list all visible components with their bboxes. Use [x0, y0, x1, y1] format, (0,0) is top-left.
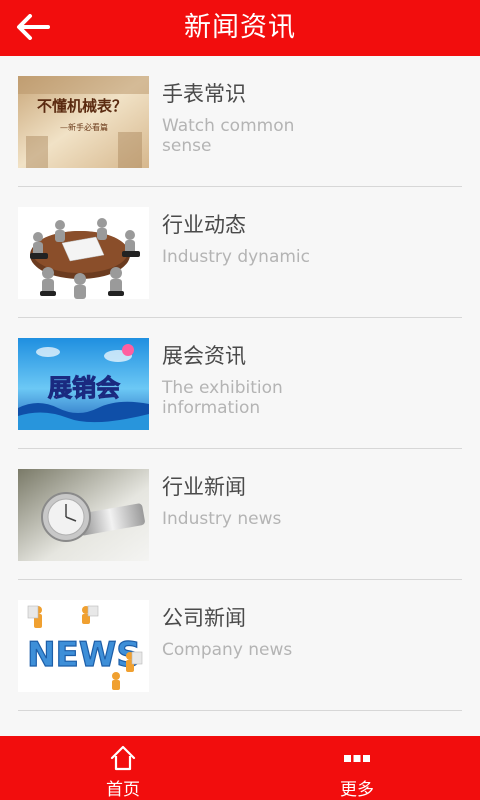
- item-title: 行业动态: [162, 213, 246, 237]
- company-news-thumbnail: NEWS: [18, 600, 149, 692]
- list-item-exhibition-information[interactable]: 展销会 展会资讯 The exhibition information: [0, 318, 480, 449]
- industry-news-thumbnail: [18, 469, 149, 561]
- news-category-list: 不懂机械表？ —新手必看篇 手表常识 Watch common sense 行业…: [0, 56, 480, 736]
- tab-more[interactable]: 更多: [297, 736, 417, 800]
- list-item-watch-common-sense[interactable]: 不懂机械表？ —新手必看篇 手表常识 Watch common sense: [0, 56, 480, 187]
- watch-thumb-text: 不懂机械表？: [37, 97, 127, 115]
- item-subtitle: Watch common sense: [162, 116, 295, 156]
- item-title: 公司新闻: [162, 606, 246, 630]
- item-title: 行业新闻: [162, 475, 246, 499]
- bottom-nav: 首页 更多: [0, 736, 480, 800]
- app-header: 新闻资讯: [0, 0, 480, 56]
- item-title: 展会资讯: [162, 344, 246, 368]
- item-subtitle: Industry news: [162, 509, 282, 529]
- exhibition-thumb-text: 展销会: [48, 374, 120, 402]
- tab-more-label: 更多: [340, 780, 374, 800]
- item-title: 手表常识: [162, 82, 246, 106]
- tab-home-label: 首页: [106, 780, 140, 800]
- watch-thumb-caption: —新手必看篇: [60, 122, 108, 132]
- list-item-company-news[interactable]: NEWS 公司新闻 Company news: [0, 580, 480, 711]
- company-news-thumb-text: NEWS: [27, 635, 141, 675]
- home-icon: [110, 745, 136, 771]
- list-item-industry-dynamic[interactable]: 行业动态 Industry dynamic: [0, 187, 480, 318]
- industry-dynamic-thumbnail: [18, 207, 149, 299]
- more-icon: [344, 755, 370, 762]
- tab-home[interactable]: 首页: [63, 736, 183, 800]
- item-subtitle: Company news: [162, 640, 293, 660]
- item-subtitle: Industry dynamic: [162, 247, 311, 267]
- page-title: 新闻资讯: [184, 12, 296, 43]
- list-item-industry-news[interactable]: 行业新闻 Industry news: [0, 449, 480, 580]
- watch-common-sense-thumbnail: 不懂机械表？ —新手必看篇: [18, 76, 149, 168]
- exhibition-thumbnail: 展销会: [18, 338, 149, 430]
- item-subtitle: The exhibition information: [162, 378, 283, 418]
